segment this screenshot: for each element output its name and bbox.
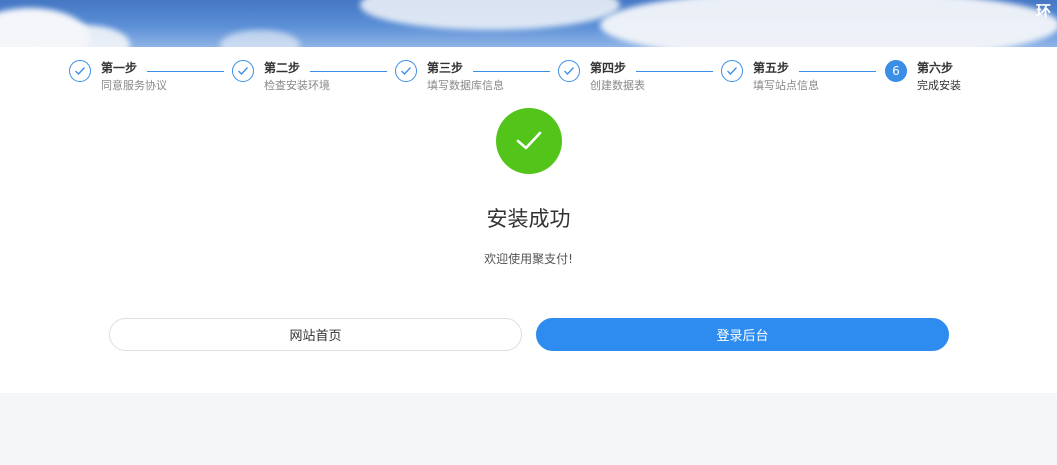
step-connector bbox=[147, 71, 224, 72]
success-title: 安装成功 bbox=[486, 207, 571, 231]
step-desc: 检查安装环境 bbox=[264, 79, 330, 92]
step-title: 第四步 bbox=[590, 61, 627, 75]
step-title: 第三步 bbox=[427, 61, 464, 75]
step-title: 第六步 bbox=[917, 61, 954, 75]
home-button-label: 网站首页 bbox=[289, 329, 342, 344]
admin-login-button-label: 登录后台 bbox=[716, 329, 769, 344]
step-number-badge: 6 bbox=[885, 60, 907, 82]
step-progress: 第一步 同意服务协议 第二步 检查安装环境 第三步 填写数据库信息 第四步 创建… bbox=[0, 47, 1057, 107]
step-desc: 填写数据库信息 bbox=[427, 79, 504, 92]
header-banner: 环 bbox=[0, 0, 1057, 47]
step-title: 第五步 bbox=[753, 61, 790, 75]
step-connector bbox=[473, 71, 550, 72]
install-card: 第一步 同意服务协议 第二步 检查安装环境 第三步 填写数据库信息 第四步 创建… bbox=[0, 47, 1057, 393]
step-desc: 完成安装 bbox=[917, 79, 961, 92]
step-desc: 同意服务协议 bbox=[101, 79, 167, 92]
admin-login-button[interactable]: 登录后台 bbox=[536, 318, 949, 351]
check-icon bbox=[232, 60, 254, 82]
check-circle-icon bbox=[496, 108, 562, 174]
step-title: 第一步 bbox=[101, 61, 138, 75]
step-desc: 填写站点信息 bbox=[753, 79, 819, 92]
check-icon bbox=[558, 60, 580, 82]
banner-text: 环 bbox=[1035, 2, 1051, 20]
check-icon bbox=[721, 60, 743, 82]
step-desc: 创建数据表 bbox=[590, 79, 645, 92]
success-subtitle: 欢迎使用聚支付! bbox=[484, 252, 573, 266]
step-connector bbox=[636, 71, 713, 72]
step-connector bbox=[310, 71, 387, 72]
step-connector bbox=[799, 71, 876, 72]
home-button[interactable]: 网站首页 bbox=[109, 318, 522, 351]
check-icon bbox=[395, 60, 417, 82]
check-icon bbox=[69, 60, 91, 82]
step-title: 第二步 bbox=[264, 61, 301, 75]
